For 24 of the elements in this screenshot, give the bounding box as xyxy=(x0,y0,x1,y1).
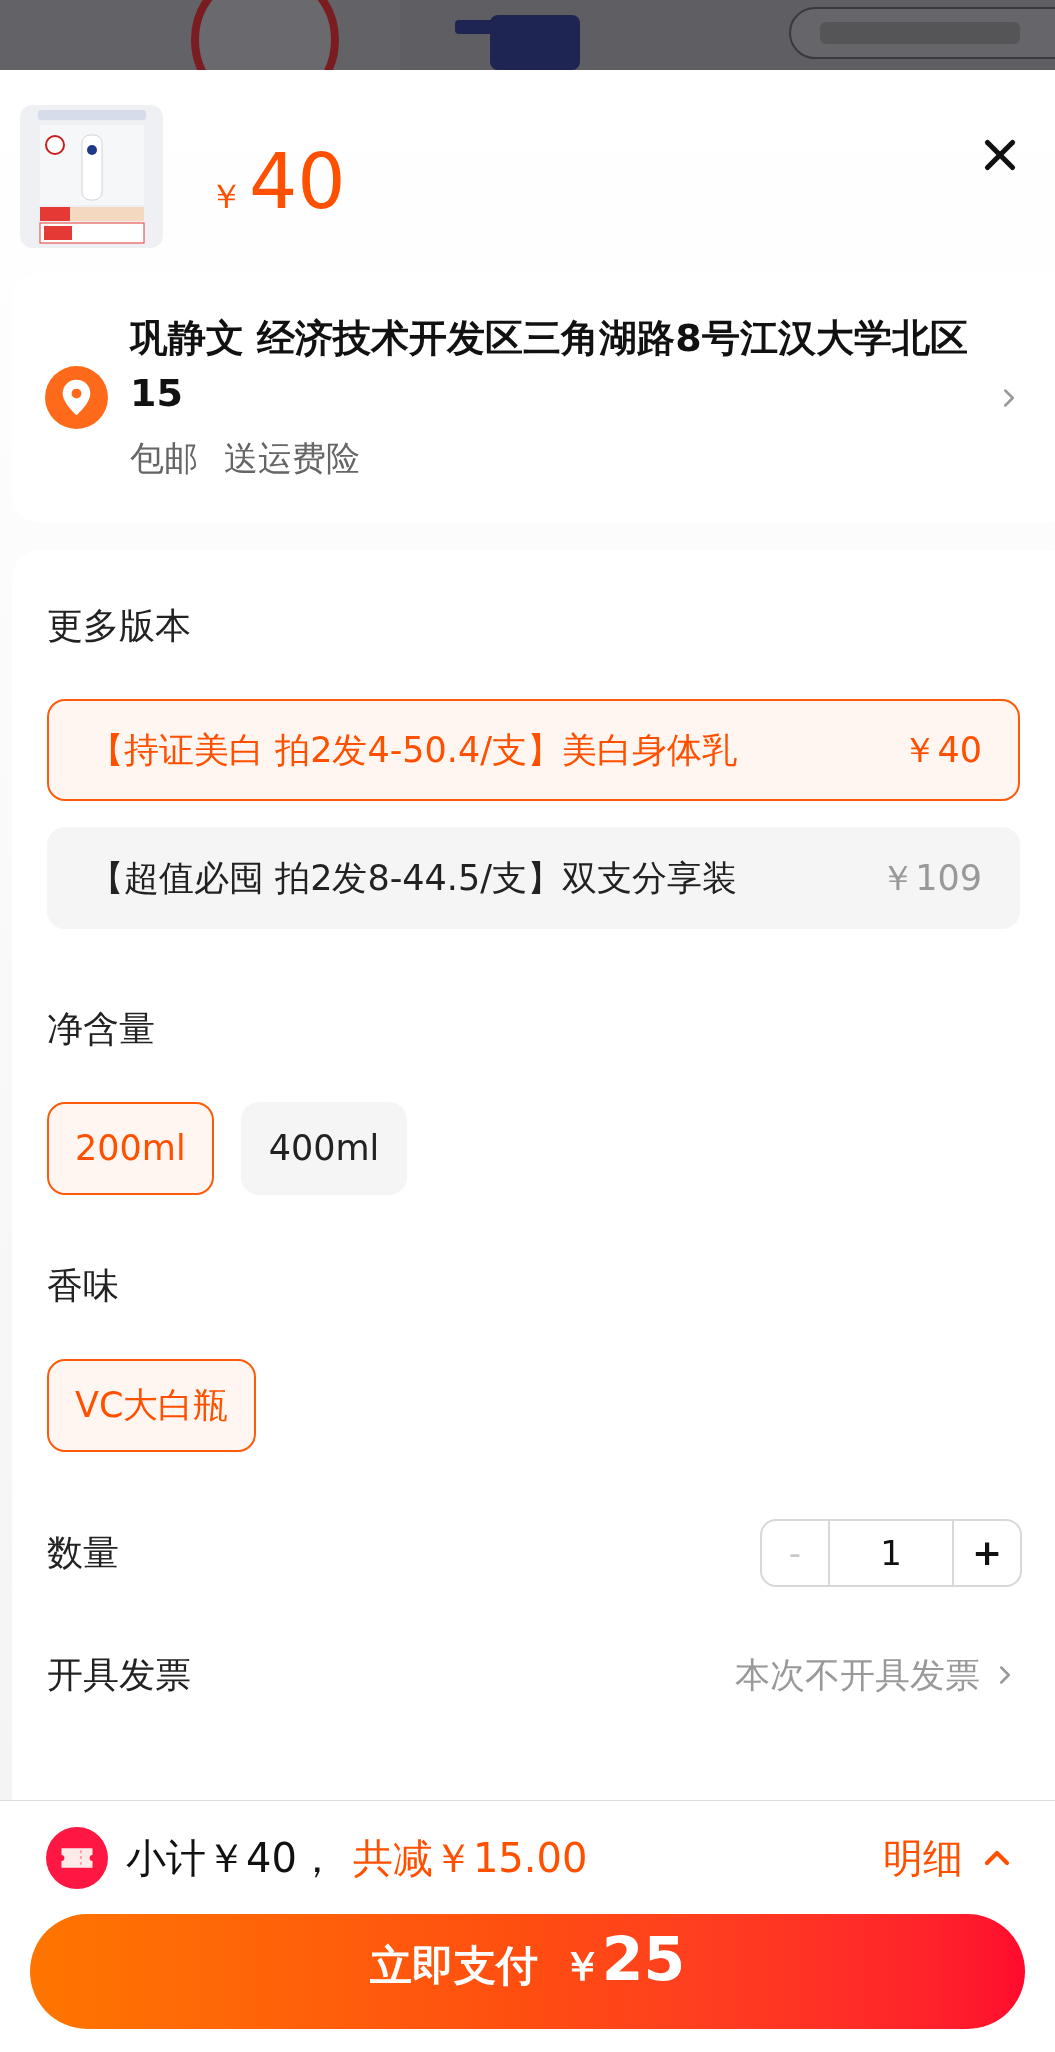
product-price: 40 xyxy=(249,136,346,228)
version-option[interactable]: 【超值必囤 拍2发8-44.5/支】双支分享装 ￥109 xyxy=(47,827,1020,929)
section-title: 香味 xyxy=(47,1264,119,1308)
option-chip[interactable]: 400ml xyxy=(240,1102,408,1195)
details-toggle[interactable]: 明细 xyxy=(883,1827,1017,1888)
discount-text: 共减￥15.00 xyxy=(352,1833,588,1883)
option-chip[interactable]: VC大白瓶 xyxy=(47,1359,257,1452)
pay-button[interactable]: 立即支付 ￥25 xyxy=(30,1914,1025,2029)
shipping-tag: 送运费险 xyxy=(224,433,360,484)
section-title: 开具发票 xyxy=(47,1653,191,1697)
price-currency: ￥ xyxy=(209,175,243,218)
version-option[interactable]: 【持证美白 拍2发4-50.4/支】美白身体乳 ￥40 xyxy=(47,699,1020,801)
subtotal-text: 小计￥40， xyxy=(126,1833,337,1883)
ticket-icon xyxy=(46,1826,108,1889)
row-link[interactable]: 本次不开具发票 xyxy=(735,1648,1020,1702)
address-text: 巩静文 经济技术开发区三角湖路8号江汉大学北区15 xyxy=(130,315,969,417)
option-chip[interactable]: 200ml xyxy=(47,1102,214,1195)
increase-button[interactable]: + xyxy=(954,1521,1020,1585)
quantity-field[interactable]: 1 xyxy=(828,1521,954,1585)
shipping-tag: 包邮 xyxy=(130,433,198,484)
location-pin-icon xyxy=(45,366,108,429)
section-title: 更多版本 xyxy=(47,604,191,648)
section-title: 净含量 xyxy=(47,1007,155,1051)
section-title: 数量 xyxy=(47,1531,119,1575)
